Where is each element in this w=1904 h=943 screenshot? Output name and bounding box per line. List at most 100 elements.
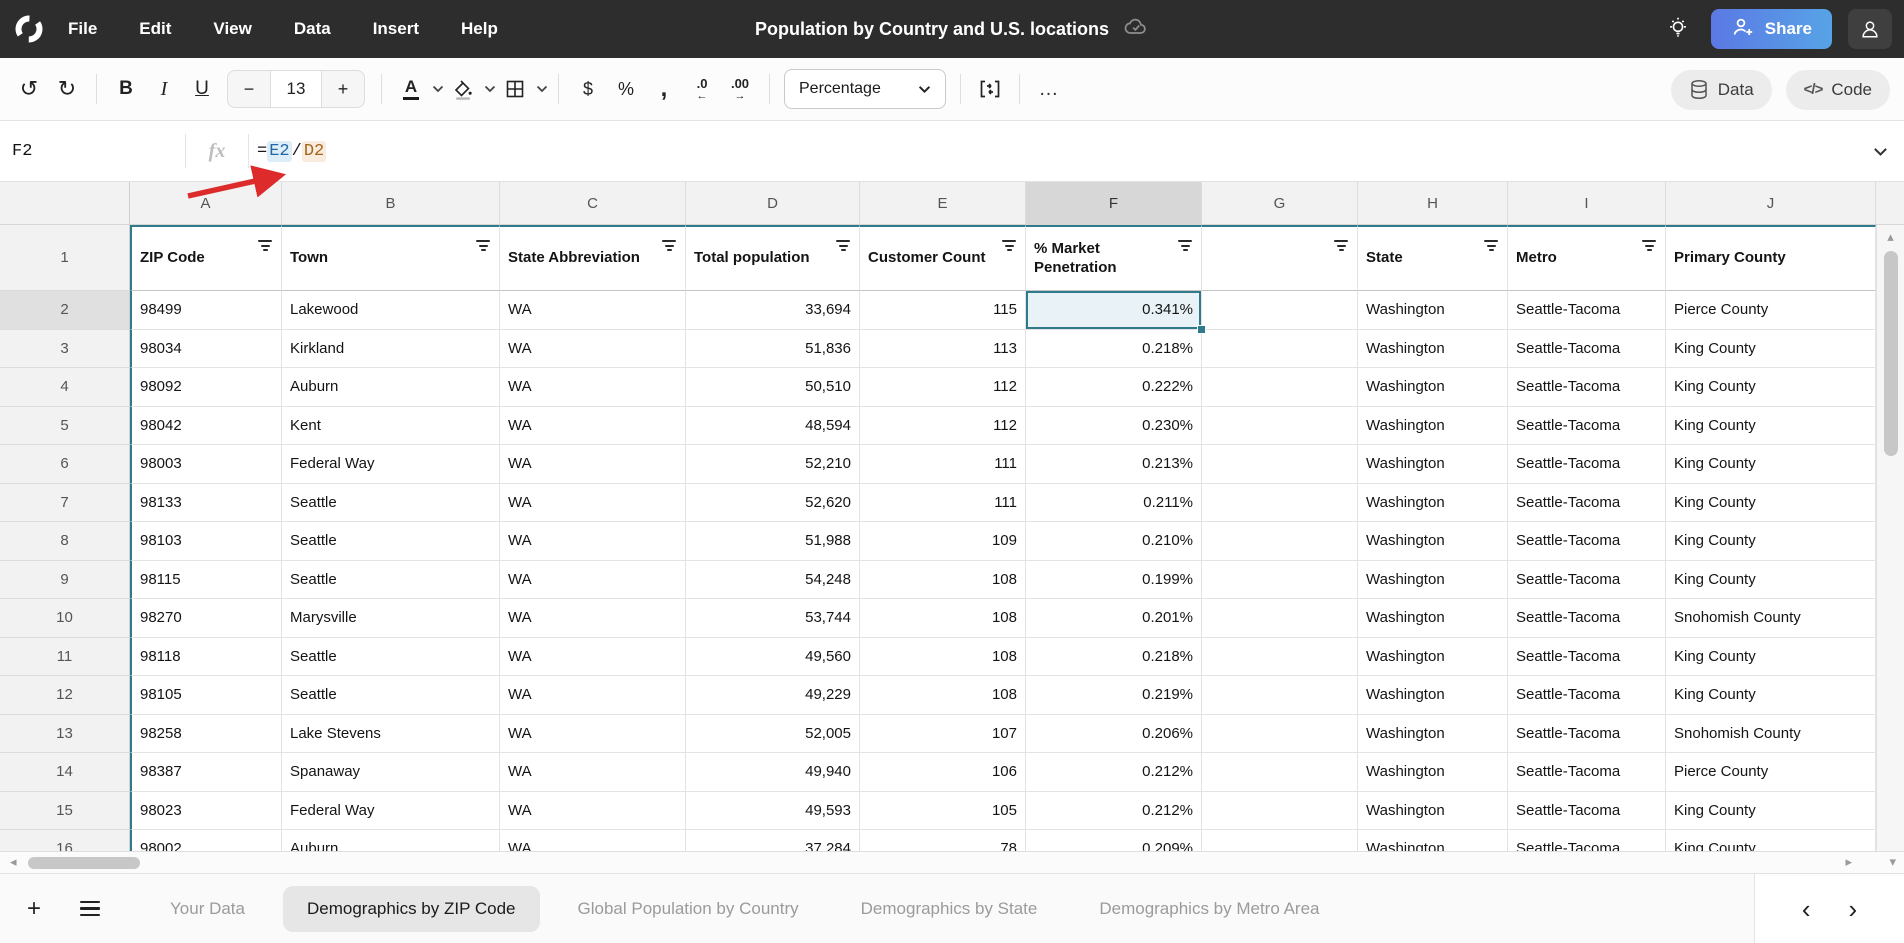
filter-icon[interactable]	[1002, 240, 1016, 251]
cell-A15[interactable]: 98023	[130, 792, 282, 831]
cell-E14[interactable]: 106	[860, 753, 1026, 792]
text-color-button[interactable]: A	[392, 70, 430, 108]
cell-G9[interactable]	[1202, 561, 1358, 600]
filter-icon[interactable]	[1484, 240, 1498, 251]
cell-A9[interactable]: 98115	[130, 561, 282, 600]
cell-B14[interactable]: Spanaway	[282, 753, 500, 792]
column-letter-H[interactable]: H	[1358, 182, 1508, 224]
cell-J13[interactable]: Snohomish County	[1666, 715, 1876, 754]
cell-A14[interactable]: 98387	[130, 753, 282, 792]
column-letter-C[interactable]: C	[500, 182, 686, 224]
filter-icon[interactable]	[476, 240, 490, 251]
row-number-3[interactable]: 3	[0, 330, 130, 369]
cell-G16[interactable]	[1202, 830, 1358, 851]
cell-H5[interactable]: Washington	[1358, 407, 1508, 446]
percent-format-button[interactable]: %	[607, 70, 645, 108]
avatar[interactable]	[1848, 9, 1892, 49]
cell-J10[interactable]: Snohomish County	[1666, 599, 1876, 638]
tab-demographics-by-state[interactable]: Demographics by State	[837, 886, 1062, 932]
cell-C10[interactable]: WA	[500, 599, 686, 638]
cell-F11[interactable]: 0.218%	[1026, 638, 1202, 677]
filter-icon[interactable]	[662, 240, 676, 251]
cell-H13[interactable]: Washington	[1358, 715, 1508, 754]
cell-C11[interactable]: WA	[500, 638, 686, 677]
cell-C13[interactable]: WA	[500, 715, 686, 754]
header-cell-C1[interactable]: State Abbreviation	[500, 225, 686, 291]
cell-C16[interactable]: WA	[500, 830, 686, 851]
cell-D11[interactable]: 49,560	[686, 638, 860, 677]
cell-D7[interactable]: 52,620	[686, 484, 860, 523]
decrease-decimal-button[interactable]: .0←	[683, 70, 721, 108]
row-number-4[interactable]: 4	[0, 368, 130, 407]
cell-D12[interactable]: 49,229	[686, 676, 860, 715]
header-cell-E1[interactable]: Customer Count	[860, 225, 1026, 291]
add-sheet-button[interactable]: +	[12, 887, 56, 931]
merge-cells-button[interactable]	[971, 70, 1009, 108]
cell-H12[interactable]: Washington	[1358, 676, 1508, 715]
cell-D9[interactable]: 54,248	[686, 561, 860, 600]
fill-color-button[interactable]	[444, 70, 482, 108]
cell-I14[interactable]: Seattle-Tacoma	[1508, 753, 1666, 792]
filter-icon[interactable]	[1334, 240, 1348, 251]
column-letter-G[interactable]: G	[1202, 182, 1358, 224]
cell-E9[interactable]: 108	[860, 561, 1026, 600]
cell-C12[interactable]: WA	[500, 676, 686, 715]
fill-color-chevron-icon[interactable]	[484, 85, 496, 93]
cell-F12[interactable]: 0.219%	[1026, 676, 1202, 715]
cell-D13[interactable]: 52,005	[686, 715, 860, 754]
borders-button[interactable]	[496, 70, 534, 108]
cell-H2[interactable]: Washington	[1358, 291, 1508, 330]
cell-B8[interactable]: Seattle	[282, 522, 500, 561]
cell-D16[interactable]: 37,284	[686, 830, 860, 851]
scroll-down-icon[interactable]: ▾	[1889, 854, 1896, 870]
borders-chevron-icon[interactable]	[536, 85, 548, 93]
row-number-16[interactable]: 16	[0, 830, 130, 851]
italic-button[interactable]: I	[145, 70, 183, 108]
cell-B5[interactable]: Kent	[282, 407, 500, 446]
filter-icon[interactable]	[1178, 240, 1192, 251]
cell-B9[interactable]: Seattle	[282, 561, 500, 600]
row-number-14[interactable]: 14	[0, 753, 130, 792]
cell-A2[interactable]: 98499	[130, 291, 282, 330]
cell-J6[interactable]: King County	[1666, 445, 1876, 484]
row-number-10[interactable]: 10	[0, 599, 130, 638]
cell-reference-box[interactable]: F2	[0, 142, 185, 161]
cell-H3[interactable]: Washington	[1358, 330, 1508, 369]
cell-I8[interactable]: Seattle-Tacoma	[1508, 522, 1666, 561]
cell-C8[interactable]: WA	[500, 522, 686, 561]
cell-I16[interactable]: Seattle-Tacoma	[1508, 830, 1666, 851]
cell-D15[interactable]: 49,593	[686, 792, 860, 831]
cell-B11[interactable]: Seattle	[282, 638, 500, 677]
currency-format-button[interactable]: $	[569, 70, 607, 108]
horizontal-scrollbar-thumb[interactable]	[28, 857, 140, 869]
filter-icon[interactable]	[1642, 240, 1656, 251]
fill-handle[interactable]	[1197, 325, 1206, 334]
cell-F14[interactable]: 0.212%	[1026, 753, 1202, 792]
header-cell-H1[interactable]: State	[1358, 225, 1508, 291]
cell-C14[interactable]: WA	[500, 753, 686, 792]
cell-D4[interactable]: 50,510	[686, 368, 860, 407]
cell-B7[interactable]: Seattle	[282, 484, 500, 523]
cell-B6[interactable]: Federal Way	[282, 445, 500, 484]
cell-C5[interactable]: WA	[500, 407, 686, 446]
tab-demographics-by-metro-area[interactable]: Demographics by Metro Area	[1075, 886, 1343, 932]
cell-E11[interactable]: 108	[860, 638, 1026, 677]
cell-J16[interactable]: King County	[1666, 830, 1876, 851]
increase-decimal-button[interactable]: .00→	[721, 70, 759, 108]
cell-B10[interactable]: Marysville	[282, 599, 500, 638]
horizontal-scrollbar[interactable]: ◂ ▸ ▾	[0, 851, 1904, 873]
cell-D10[interactable]: 53,744	[686, 599, 860, 638]
font-size-increase-button[interactable]: +	[322, 71, 364, 107]
row-number-8[interactable]: 8	[0, 522, 130, 561]
cell-I13[interactable]: Seattle-Tacoma	[1508, 715, 1666, 754]
row-number-12[interactable]: 12	[0, 676, 130, 715]
tab-your-data[interactable]: Your Data	[146, 886, 269, 932]
menu-item-view[interactable]: View	[213, 19, 251, 39]
cell-A16[interactable]: 98002	[130, 830, 282, 851]
cell-D5[interactable]: 48,594	[686, 407, 860, 446]
cell-H11[interactable]: Washington	[1358, 638, 1508, 677]
vertical-scrollbar[interactable]: ▴	[1876, 225, 1904, 851]
cell-A11[interactable]: 98118	[130, 638, 282, 677]
cell-B13[interactable]: Lake Stevens	[282, 715, 500, 754]
code-panel-button[interactable]: </> Code	[1786, 70, 1890, 110]
